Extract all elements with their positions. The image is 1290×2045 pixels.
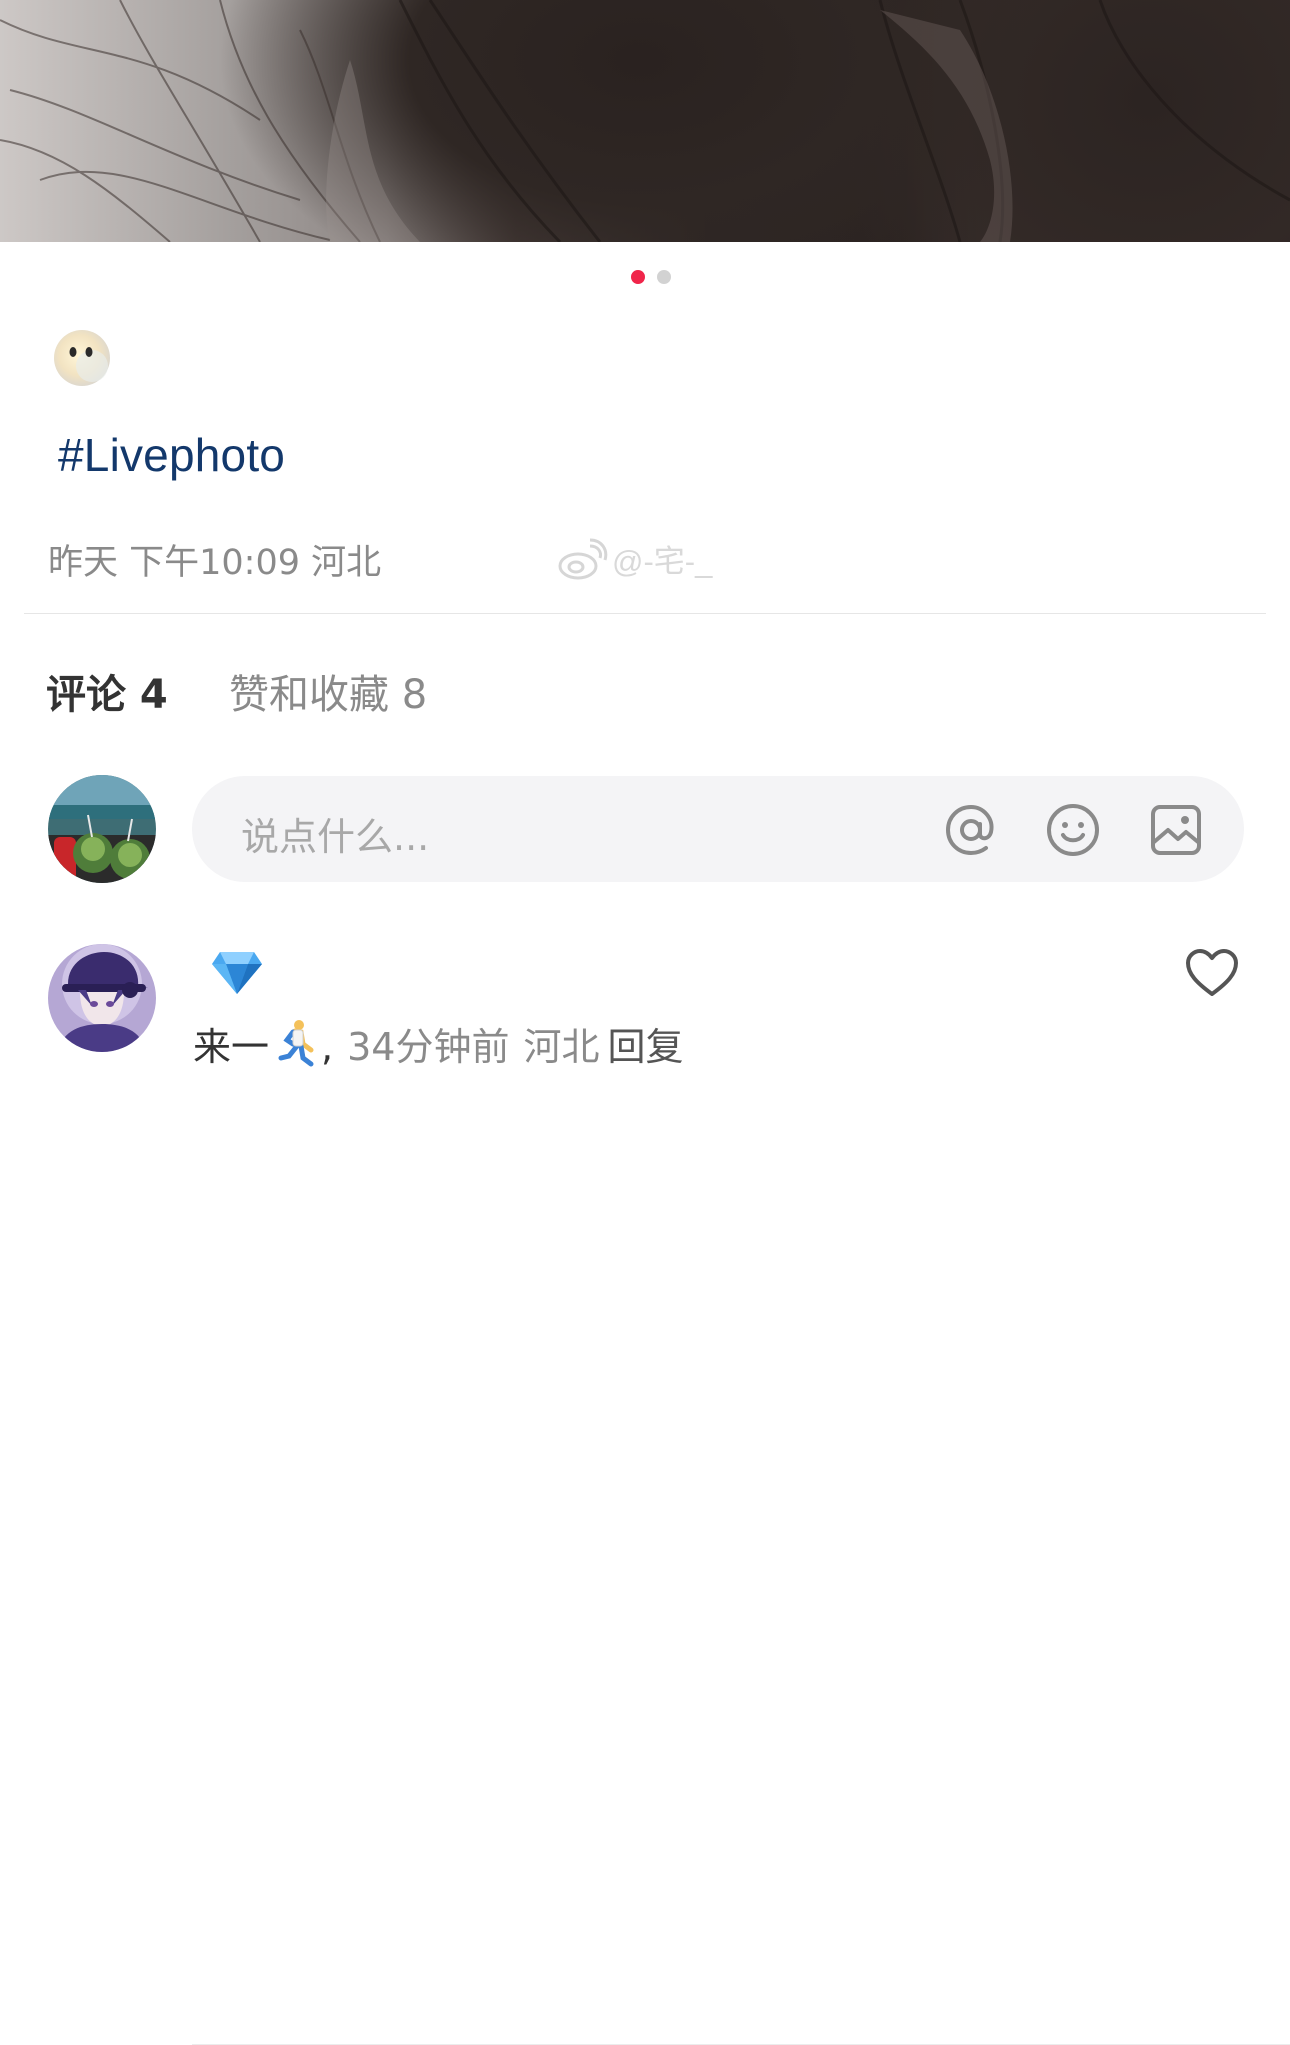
heart-outline-icon[interactable]	[1185, 948, 1239, 998]
post-photo[interactable]	[0, 0, 1290, 242]
comment-text: 来一	[193, 1025, 270, 1069]
post-meta: 昨天 下午10:09 河北	[48, 543, 382, 583]
photo-hair-strands	[0, 0, 1290, 242]
comment-punct: ,	[321, 1025, 334, 1069]
comment-input[interactable]: 说点什么...	[192, 776, 1244, 882]
comment-line: 来一 , 34分钟前 河北 回复	[193, 1016, 684, 1071]
diamond-icon	[210, 948, 264, 996]
comment-time: 34分钟前	[347, 1025, 510, 1069]
watermark-handle: @-宅-_	[612, 544, 713, 579]
emoji-icon[interactable]	[1045, 802, 1101, 858]
watermark: @-宅-_	[556, 536, 712, 581]
carousel-dot-active	[631, 270, 645, 284]
weibo-logo-icon	[558, 538, 608, 579]
my-avatar[interactable]	[48, 775, 156, 883]
commenter-avatar[interactable]	[48, 944, 156, 1052]
person-running-icon	[271, 1018, 321, 1068]
image-icon[interactable]	[1148, 802, 1204, 858]
carousel-dot	[657, 270, 671, 284]
comment-item: 来一 , 34分钟前 河北 回复	[0, 940, 1290, 2045]
section-divider	[24, 613, 1266, 614]
comment-location: 河北	[523, 1025, 600, 1069]
comment-input-placeholder: 说点什么...	[241, 815, 430, 859]
reply-button[interactable]: 回复	[607, 1025, 683, 1069]
tab-likes-and-favorites[interactable]: 赞和收藏 8	[229, 670, 427, 720]
carousel-indicator	[0, 270, 1290, 284]
face-without-mouth-icon	[52, 328, 114, 388]
tab-comments[interactable]: 评论 4	[46, 670, 168, 720]
post-hashtag[interactable]: #Livephoto	[58, 428, 285, 482]
at-icon[interactable]	[943, 802, 999, 858]
